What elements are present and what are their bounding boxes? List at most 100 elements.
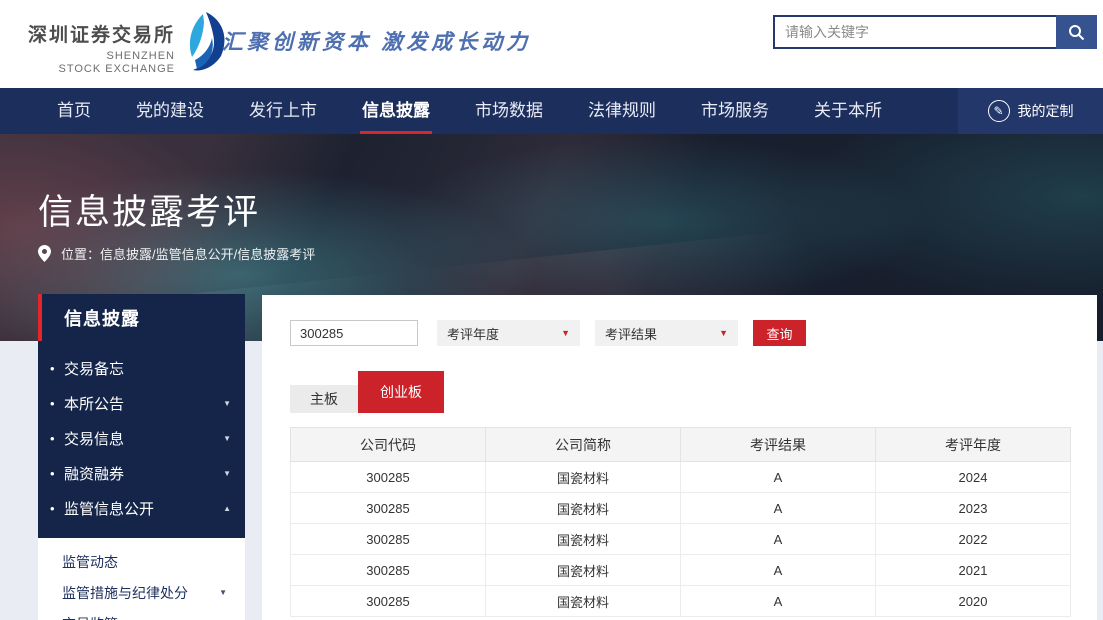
search-icon <box>1068 24 1085 41</box>
column-header-eval-year: 考评年度 <box>876 428 1071 462</box>
sidebar-subitem-measures-sanctions[interactable]: 监管措施与纪律处分 ▼ <box>38 577 245 608</box>
column-header-eval-result: 考评结果 <box>681 428 876 462</box>
nav-item-label: 信息披露 <box>362 101 430 120</box>
szse-logo[interactable]: 深圳证券交易所 SHENZHEN STOCK EXCHANGE <box>28 12 229 76</box>
brand-slogan: 汇聚创新资本 激发成长动力 <box>222 26 531 56</box>
cell-company-code: 300285 <box>291 462 486 493</box>
sidebar-menu: • 交易备忘 • 本所公告 ▼ • 交易信息 ▼ • 融资融券 ▼ • 监管信息… <box>38 341 245 538</box>
sidebar-subitem-trading-supervision[interactable]: 交易监管 ▼ <box>38 608 245 620</box>
sidebar-item-exchange-notices[interactable]: • 本所公告 ▼ <box>38 386 245 421</box>
my-customization-button[interactable]: ✎ 我的定制 <box>958 88 1103 134</box>
sidebar-title: 信息披露 <box>64 305 140 331</box>
site-search <box>773 15 1097 49</box>
cell-eval-year: 2021 <box>876 555 1071 586</box>
main-nav: 首页 党的建设 发行上市 信息披露 市场数据 法律规则 市场服务 关于本所 ✎ … <box>0 88 1103 134</box>
filter-bar: 考评年度 ▼ 考评结果 ▼ 查询 <box>290 320 806 346</box>
chevron-down-icon: ▼ <box>223 434 231 443</box>
table-row: 300285 国瓷材料 A 2021 <box>291 555 1071 586</box>
bullet-dot-icon: • <box>50 431 64 446</box>
cell-eval-year: 2020 <box>876 586 1071 617</box>
sidebar-subitem-label: 监管动态 <box>62 552 227 572</box>
sidebar-subitem-label: 交易监管 <box>62 614 219 620</box>
sidebar-submenu: 监管动态 监管措施与纪律处分 ▼ 交易监管 ▼ <box>38 538 245 620</box>
breadcrumb-text: 位置：信息披露/监管信息公开/信息披露考评 <box>61 244 315 263</box>
table-row: 300285 国瓷材料 A 2024 <box>291 462 1071 493</box>
cell-eval-year: 2023 <box>876 493 1071 524</box>
bullet-dot-icon: • <box>50 396 64 411</box>
bullet-dot-icon: • <box>50 361 64 376</box>
sidebar-item-label: 监管信息公开 <box>64 498 223 519</box>
cell-company-code: 300285 <box>291 493 486 524</box>
sidebar-subitem-regulatory-updates[interactable]: 监管动态 <box>38 546 245 577</box>
chevron-down-icon: ▼ <box>223 469 231 478</box>
table-header-row: 公司代码 公司简称 考评结果 考评年度 <box>291 428 1071 462</box>
cell-eval-result: A <box>681 586 876 617</box>
tab-chinext[interactable]: 创业板 <box>358 371 444 413</box>
nav-item-about[interactable]: 关于本所 <box>814 88 882 134</box>
sidebar-item-label: 交易备忘 <box>64 358 231 379</box>
page-title: 信息披露考评 <box>38 184 260 235</box>
cell-eval-year: 2024 <box>876 462 1071 493</box>
chevron-up-icon: ▲ <box>223 504 231 513</box>
cell-company-name: 国瓷材料 <box>486 493 681 524</box>
tab-main-board[interactable]: 主板 <box>290 385 358 413</box>
cell-company-code: 300285 <box>291 555 486 586</box>
location-pin-icon <box>38 245 51 262</box>
cell-eval-result: A <box>681 524 876 555</box>
nav-item-market-services[interactable]: 市场服务 <box>701 88 769 134</box>
bullet-dot-icon: • <box>50 466 64 481</box>
sidebar-subitem-label: 监管措施与纪律处分 <box>62 583 219 603</box>
sidebar-item-regulatory-disclosure[interactable]: • 监管信息公开 ▲ <box>38 491 245 526</box>
cell-company-name: 国瓷材料 <box>486 586 681 617</box>
chevron-down-icon: ▼ <box>561 328 570 338</box>
sidebar-item-label: 融资融券 <box>64 463 223 484</box>
my-customization-label: 我的定制 <box>1018 101 1074 121</box>
table-row: 300285 国瓷材料 A 2023 <box>291 493 1071 524</box>
sidebar-item-trading-info[interactable]: • 交易信息 ▼ <box>38 421 245 456</box>
table-row: 300285 国瓷材料 A 2020 <box>291 586 1071 617</box>
sidebar: 信息披露 • 交易备忘 • 本所公告 ▼ • 交易信息 ▼ • 融资融券 ▼ •… <box>38 294 245 620</box>
cell-company-code: 300285 <box>291 524 486 555</box>
breadcrumb: 位置：信息披露/监管信息公开/信息披露考评 <box>38 244 315 263</box>
nav-item-listing[interactable]: 发行上市 <box>249 88 317 134</box>
nav-item-home[interactable]: 首页 <box>57 88 91 134</box>
bullet-dot-icon: • <box>50 501 64 516</box>
table-row: 300285 国瓷材料 A 2022 <box>291 524 1071 555</box>
dropdown-label: 考评年度 <box>447 324 561 343</box>
chevron-down-icon: ▼ <box>719 328 728 338</box>
nav-item-rules[interactable]: 法律规则 <box>588 88 656 134</box>
board-tabs: 主板 创业板 <box>290 371 444 413</box>
logo-name-en: SHENZHEN STOCK EXCHANGE <box>28 50 175 76</box>
sidebar-title-block: 信息披露 <box>38 294 245 341</box>
logo-name-cn: 深圳证券交易所 <box>28 20 175 47</box>
cell-eval-result: A <box>681 462 876 493</box>
sidebar-item-trading-memo[interactable]: • 交易备忘 <box>38 351 245 386</box>
main-content-panel: 考评年度 ▼ 考评结果 ▼ 查询 主板 创业板 公司代码 公司简称 考评结果 考… <box>262 295 1097 620</box>
cell-company-name: 国瓷材料 <box>486 462 681 493</box>
sidebar-item-label: 交易信息 <box>64 428 223 449</box>
chevron-down-icon: ▼ <box>219 588 227 597</box>
cell-company-name: 国瓷材料 <box>486 555 681 586</box>
top-header: 深圳证券交易所 SHENZHEN STOCK EXCHANGE 汇聚创新资本 激… <box>0 0 1103 88</box>
stock-code-input[interactable] <box>290 320 418 346</box>
logo-text: 深圳证券交易所 SHENZHEN STOCK EXCHANGE <box>28 20 175 76</box>
sidebar-item-margin-trading[interactable]: • 融资融券 ▼ <box>38 456 245 491</box>
evaluation-year-dropdown[interactable]: 考评年度 ▼ <box>437 320 580 346</box>
sidebar-item-label: 本所公告 <box>64 393 223 414</box>
nav-item-market-data[interactable]: 市场数据 <box>475 88 543 134</box>
query-button[interactable]: 查询 <box>753 320 806 346</box>
chevron-down-icon: ▼ <box>223 399 231 408</box>
nav-item-party-building[interactable]: 党的建设 <box>136 88 204 134</box>
cell-eval-result: A <box>681 555 876 586</box>
pencil-icon: ✎ <box>988 100 1010 122</box>
nav-item-disclosure[interactable]: 信息披露 <box>362 88 430 134</box>
search-button[interactable] <box>1056 15 1097 49</box>
cell-company-name: 国瓷材料 <box>486 524 681 555</box>
column-header-company-code: 公司代码 <box>291 428 486 462</box>
evaluation-result-dropdown[interactable]: 考评结果 ▼ <box>595 320 738 346</box>
dropdown-label: 考评结果 <box>605 324 719 343</box>
cell-eval-year: 2022 <box>876 524 1071 555</box>
cell-company-code: 300285 <box>291 586 486 617</box>
search-input[interactable] <box>773 15 1056 49</box>
evaluation-table: 公司代码 公司简称 考评结果 考评年度 300285 国瓷材料 A 2024 3… <box>290 427 1071 617</box>
